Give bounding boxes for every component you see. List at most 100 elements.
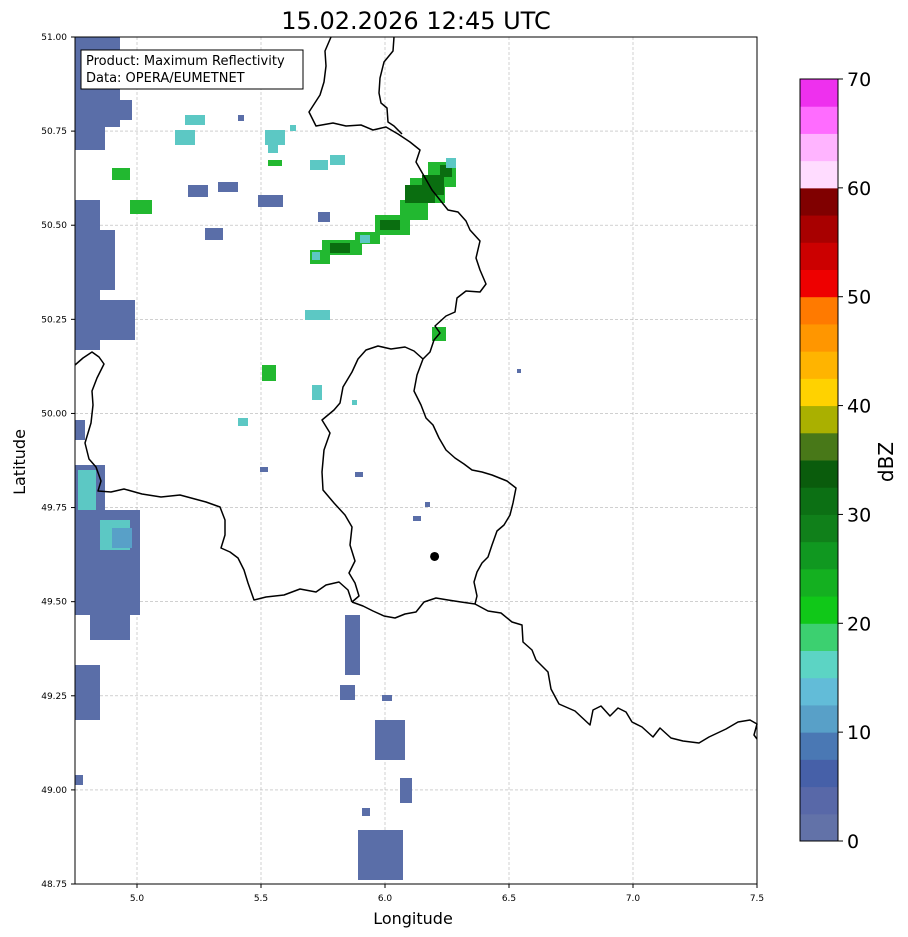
colorbar-tick-label: 20	[847, 613, 871, 635]
colorbar-swatch	[800, 596, 838, 624]
colorbar-tick-label: 10	[847, 722, 871, 744]
city-marker	[430, 551, 440, 561]
y-tick-label: 49.00	[41, 786, 67, 796]
radar-cell	[238, 115, 244, 121]
colorbar-label: dBZ	[874, 442, 898, 482]
radar-cell	[75, 120, 105, 150]
radar-cell	[352, 400, 357, 405]
radar-cell	[375, 720, 405, 760]
radar-cell	[345, 615, 360, 675]
radar-cell	[446, 158, 456, 168]
colorbar-swatch	[800, 269, 838, 298]
y-tick-label: 50.75	[41, 127, 67, 137]
radar-cell	[355, 472, 363, 477]
colorbar-swatch	[800, 541, 838, 570]
colorbar-tick-label: 60	[847, 178, 871, 200]
x-tick-label: 6.0	[378, 894, 393, 904]
x-axis-label: Longitude	[373, 909, 453, 928]
radar-cell	[75, 665, 100, 720]
colorbar-swatch	[800, 187, 838, 216]
radar-cell	[95, 230, 115, 290]
colorbar-swatch	[800, 296, 838, 325]
colorbar-swatch	[800, 704, 838, 733]
colorbar-swatch	[800, 106, 838, 134]
radar-cell	[268, 145, 278, 153]
x-tick-label: 5.5	[254, 894, 268, 904]
radar-cell	[425, 502, 430, 507]
colorbar-swatch	[800, 732, 838, 760]
radar-cell	[330, 155, 345, 165]
x-tick-label: 5.0	[130, 894, 145, 904]
colorbar-swatch	[800, 759, 838, 788]
colorbar-swatch	[800, 160, 838, 189]
radar-cell	[82, 100, 132, 120]
colorbar-swatch	[800, 323, 838, 352]
colorbar-swatch	[800, 460, 838, 488]
colorbar-swatch	[800, 351, 838, 379]
radar-cell	[400, 778, 412, 803]
colorbar-tick-label: 40	[847, 396, 871, 418]
radar-cell	[312, 385, 322, 400]
radar-cell	[312, 252, 320, 260]
radar-cell	[78, 470, 96, 510]
x-tick-labels: 5.0 5.5 6.0 6.5 7.0 7.5	[130, 884, 764, 904]
colorbar-swatch	[800, 432, 838, 461]
radar-cell	[340, 685, 355, 700]
colorbar: 0 10 20 30 40 50 60 70 dBZ	[799, 69, 898, 853]
map-panel: Product: Maximum Reflectivity Data: OPER…	[74, 36, 758, 885]
radar-cell	[205, 228, 223, 240]
colorbar-tick-label: 70	[847, 69, 871, 91]
y-tick-labels: 48.75 49.00 49.25 49.50 49.75 50.00 50.25 50.50…	[41, 33, 75, 890]
radar-cell	[90, 600, 130, 640]
y-axis-label: Latitude	[10, 429, 29, 495]
map-background	[75, 37, 757, 884]
radar-cell	[262, 365, 276, 381]
colorbar-swatch	[800, 514, 838, 543]
colorbar-tick-label: 30	[847, 504, 871, 526]
radar-cell	[360, 235, 370, 243]
radar-cell	[265, 130, 285, 145]
radar-cell	[238, 418, 248, 426]
colorbar-tick-label: 0	[847, 831, 859, 853]
info-box: Product: Maximum Reflectivity Data: OPER…	[80, 49, 304, 90]
radar-cell	[517, 369, 521, 373]
radar-cell	[258, 195, 283, 207]
y-tick-label: 49.50	[41, 598, 67, 608]
y-tick-label: 50.25	[41, 315, 67, 325]
colorbar-swatch	[800, 378, 838, 407]
map-title: 15.02.2026 12:45 UTC	[281, 7, 550, 35]
colorbar-swatch	[800, 568, 838, 597]
colorbar-swatch	[800, 650, 838, 679]
radar-cell	[185, 115, 205, 125]
radar-cell	[362, 808, 370, 816]
colorbar-tick-label: 50	[847, 287, 871, 309]
radar-cell	[75, 420, 85, 440]
radar-cell	[290, 125, 296, 131]
radar-map-figure: 15.02.2026 12:45 UTC Product: Maximum Re…	[10, 7, 898, 928]
colorbar-swatch	[800, 623, 838, 651]
colorbar-swatch	[800, 242, 838, 270]
radar-cell	[75, 775, 83, 785]
colorbar-swatch	[800, 813, 838, 842]
radar-cell	[318, 212, 330, 222]
colorbar-swatch	[800, 215, 838, 243]
colorbar-swatches	[800, 79, 838, 842]
x-tick-label: 7.0	[626, 894, 641, 904]
radar-cell	[175, 130, 195, 145]
x-tick-label: 6.5	[502, 894, 516, 904]
radar-cell	[310, 160, 328, 170]
colorbar-swatch	[800, 487, 838, 515]
radar-cell	[112, 168, 130, 180]
x-tick-label: 7.5	[750, 894, 764, 904]
radar-cell	[330, 243, 350, 253]
radar-cell	[358, 830, 403, 880]
radar-cell	[305, 310, 330, 320]
radar-cell	[188, 185, 208, 197]
colorbar-swatch	[800, 677, 838, 706]
colorbar-tick-labels: 0 10 20 30 40 50 60 70	[838, 69, 871, 853]
y-tick-label: 49.75	[41, 504, 67, 514]
radar-cell	[268, 160, 282, 166]
y-tick-label: 48.75	[41, 880, 67, 890]
radar-cell	[380, 220, 400, 230]
colorbar-swatch	[800, 79, 838, 107]
